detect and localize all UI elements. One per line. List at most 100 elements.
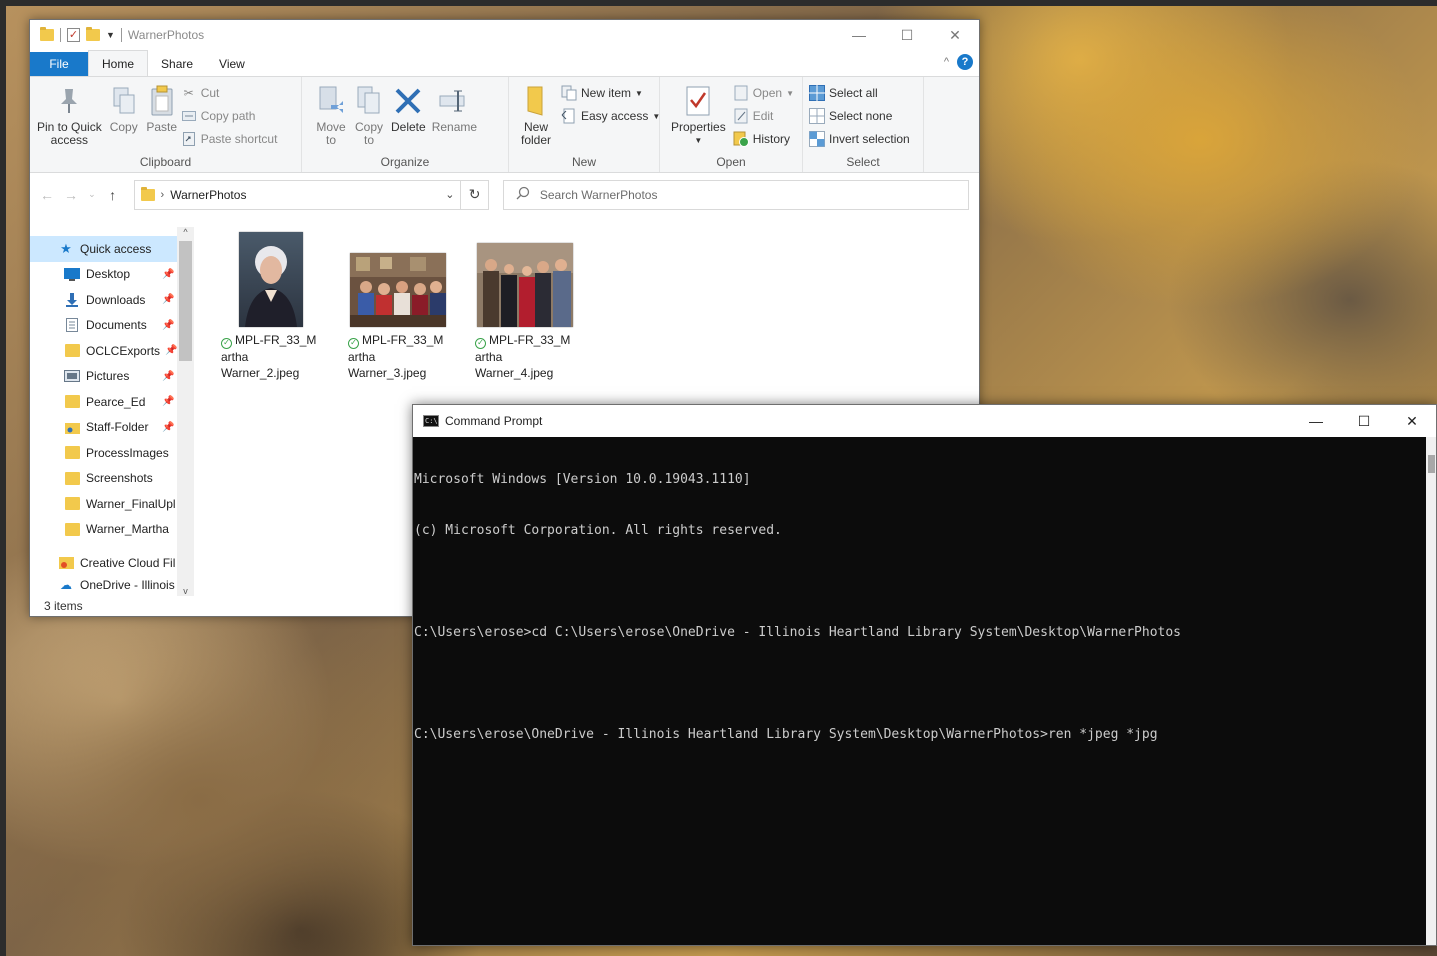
nav-item-creative-cloud[interactable]: Creative Cloud Fil <box>30 550 194 576</box>
network-folder-icon <box>64 420 80 434</box>
edit-label: Edit <box>752 109 774 123</box>
recent-locations-chevron-icon[interactable]: ⌄ <box>88 189 96 200</box>
address-dropdown-icon[interactable]: ⌄ <box>445 188 454 201</box>
history-icon <box>733 131 749 147</box>
properties-check-icon[interactable]: ✓ <box>67 28 80 42</box>
open-label: Open <box>752 86 783 100</box>
console-output[interactable]: Microsoft Windows [Version 10.0.19043.11… <box>413 437 1426 945</box>
invert-selection-label: Invert selection <box>829 132 910 146</box>
nav-item-pearce-ed[interactable]: Pearce_Ed 📌 <box>30 389 194 415</box>
download-arrow-icon <box>64 292 80 307</box>
pin-icon <box>53 85 85 117</box>
file-thumbnail <box>348 227 448 327</box>
window-title: WarnerPhotos <box>127 28 205 42</box>
console-input-line[interactable]: C:\Users\erose\OneDrive - Illinois Heart… <box>414 726 1426 743</box>
nav-item-documents[interactable]: Documents 📌 <box>30 313 194 339</box>
edit-icon <box>733 108 749 124</box>
tab-view[interactable]: View <box>206 52 258 76</box>
nav-item-desktop[interactable]: Desktop 📌 <box>30 262 194 288</box>
nav-item-screenshots[interactable]: Screenshots <box>30 466 194 492</box>
cmd-titlebar[interactable]: C:\ Command Prompt — ☐ ✕ <box>413 405 1436 437</box>
clipboard-group: Pin to Quick access Copy Paste ✂ Cut Cop… <box>30 77 302 172</box>
edit-button[interactable]: Edit <box>733 107 794 125</box>
new-item-label: New item <box>581 86 632 100</box>
back-arrow-icon[interactable]: ← <box>40 187 54 203</box>
nav-item-warner-martha[interactable]: Warner_Martha <box>30 517 194 543</box>
open-dropdown-icon: ▼ <box>786 88 794 98</box>
forward-arrow-icon[interactable]: → <box>64 187 78 203</box>
tab-share[interactable]: Share <box>148 52 206 76</box>
copy-path-button[interactable]: Copy path <box>181 107 278 125</box>
maximize-button[interactable]: ☐ <box>883 20 931 50</box>
folder-icon <box>64 497 80 511</box>
nav-item-pictures[interactable]: Pictures 📌 <box>30 364 194 390</box>
new-item-button[interactable]: New item ▼ <box>561 84 660 102</box>
nav-item-quick-access[interactable]: ★ Quick access <box>30 236 194 262</box>
toolbar-divider <box>60 28 61 42</box>
scroll-up-arrow-icon[interactable]: ^ <box>177 227 194 237</box>
folder-icon <box>40 27 54 41</box>
organize-group-label: Organize <box>380 155 430 169</box>
nav-item-downloads[interactable]: Downloads 📌 <box>30 287 194 313</box>
easy-access-button[interactable]: Easy access ▼ <box>561 107 660 125</box>
collapse-ribbon-chevron-icon[interactable]: ^ <box>944 56 949 68</box>
new-folder-qat-icon[interactable] <box>86 27 100 41</box>
document-icon <box>64 318 80 333</box>
close-button[interactable]: ✕ <box>1388 405 1436 437</box>
paste-shortcut-button[interactable]: Paste shortcut <box>181 130 277 148</box>
search-input[interactable]: Search WarnerPhotos <box>502 179 969 210</box>
select-all-button[interactable]: Select all <box>809 84 910 102</box>
scroll-down-arrow-icon[interactable]: v <box>177 586 194 596</box>
tab-home[interactable]: Home <box>88 50 149 76</box>
breadcrumb-separator-icon[interactable]: › <box>161 189 165 201</box>
scrollbar-thumb[interactable] <box>1428 455 1435 473</box>
file-name-line: Warner_4.jpeg <box>475 366 554 380</box>
file-name-line: Warner_3.jpeg <box>348 366 427 380</box>
open-button[interactable]: Open ▼ <box>733 84 794 102</box>
maximize-button[interactable]: ☐ <box>1340 405 1388 437</box>
minimize-button[interactable]: — <box>835 20 883 50</box>
command-prompt-window[interactable]: C:\ Command Prompt — ☐ ✕ Microsoft Windo… <box>412 404 1437 946</box>
screen-left-edge <box>0 0 6 956</box>
breadcrumb-current[interactable]: WarnerPhotos <box>170 188 439 202</box>
minimize-button[interactable]: — <box>1292 405 1340 437</box>
address-bar[interactable]: › WarnerPhotos ⌄ <box>133 179 462 210</box>
quick-access-toolbar: ✓ ▼ <box>40 27 122 42</box>
file-item[interactable]: ✓ MPL-FR_33_M artha Warner_2.jpeg <box>216 227 326 381</box>
nav-item-oclcexports[interactable]: OCLCExports 📌 <box>30 338 194 364</box>
help-icon[interactable]: ? <box>957 54 973 70</box>
cut-button[interactable]: ✂ Cut <box>181 84 278 102</box>
file-item[interactable]: ✓ MPL-FR_33_M artha Warner_3.jpeg <box>343 227 453 381</box>
pin-label-line2: access <box>50 133 89 147</box>
file-thumbnail <box>475 227 575 327</box>
select-none-button[interactable]: Select none <box>809 107 910 125</box>
nav-item-processimages[interactable]: ProcessImages <box>30 440 194 466</box>
nav-item-label: Documents <box>86 318 147 333</box>
navigation-scrollbar[interactable]: ^ v <box>177 227 194 596</box>
synced-check-icon: ✓ <box>475 338 486 349</box>
easy-access-icon <box>561 108 577 124</box>
file-item[interactable]: ✓ MPL-FR_33_M artha Warner_4.jpeg <box>470 227 580 381</box>
nav-item-onedrive[interactable]: ☁ OneDrive - Illinois <box>30 576 194 594</box>
folder-icon <box>64 395 80 409</box>
creative-cloud-icon <box>58 556 74 570</box>
history-button[interactable]: History <box>733 130 794 148</box>
explorer-titlebar[interactable]: ✓ ▼ WarnerPhotos — ☐ ✕ <box>30 20 979 50</box>
nav-item-staff-folder[interactable]: Staff-Folder 📌 <box>30 415 194 441</box>
ribbon: Pin to Quick access Copy Paste ✂ Cut Cop… <box>30 76 979 173</box>
invert-selection-button[interactable]: Invert selection <box>809 130 910 148</box>
copy-to-label-line2: to <box>363 133 374 147</box>
up-arrow-icon[interactable]: ↑ <box>106 187 120 203</box>
refresh-icon[interactable]: ↻ <box>461 179 489 210</box>
paste-shortcut-icon <box>181 131 197 147</box>
scrollbar-thumb[interactable] <box>179 241 192 361</box>
navigation-pane[interactable]: ★ Quick access Desktop 📌 Downloads 📌 Doc… <box>30 227 194 596</box>
pin-icon: 📌 <box>162 370 175 382</box>
customize-toolbar-arrow-icon[interactable]: ▼ <box>106 30 115 40</box>
close-button[interactable]: ✕ <box>931 20 979 50</box>
tab-file[interactable]: File <box>30 52 88 76</box>
console-scrollbar[interactable] <box>1426 437 1436 945</box>
nav-item-warner-finalupl[interactable]: Warner_FinalUpl <box>30 491 194 517</box>
nav-item-label: Screenshots <box>86 471 153 486</box>
nav-item-label: OneDrive - Illinois <box>80 577 175 592</box>
